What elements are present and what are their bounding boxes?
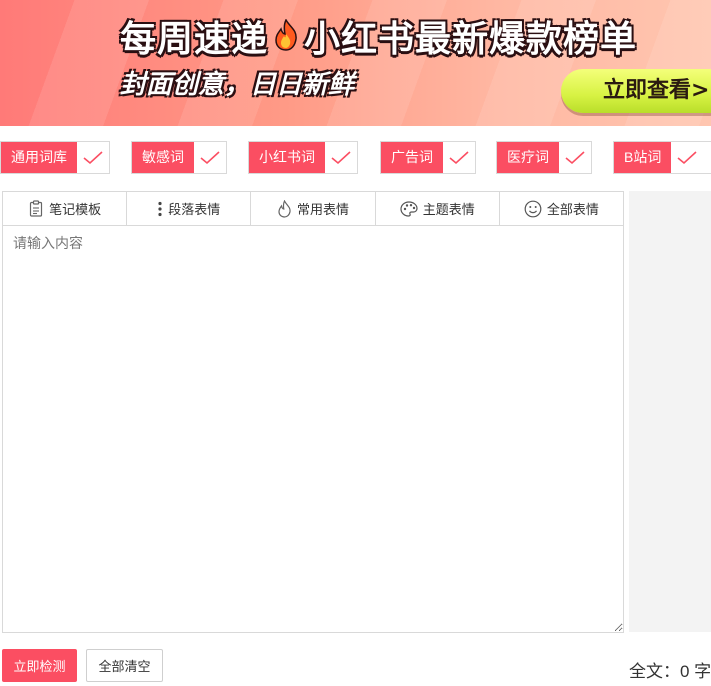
word-list-label: 通用词库 <box>1 142 77 173</box>
banner-subtitle: 封面创意，日日新鲜 <box>120 70 355 100</box>
vertical-dots-icon <box>157 201 163 217</box>
check-icon[interactable] <box>194 142 226 173</box>
clear-all-button[interactable]: 全部清空 <box>86 649 163 682</box>
flame-icon <box>272 17 300 60</box>
check-icon[interactable] <box>559 142 591 173</box>
banner-title: 每周速递 小红书最新爆款榜单 <box>120 10 637 64</box>
detect-button[interactable]: 立即检测 <box>2 649 77 682</box>
tool-label: 笔记模板 <box>49 202 102 217</box>
common-emoji-button[interactable]: 常用表情 <box>251 192 376 225</box>
editor-panel: 笔记模板 段落表情 常用表情 主题表情 全部表情 <box>2 191 624 633</box>
banner-title-left: 每周速递 <box>120 19 269 60</box>
word-list-label: 广告词 <box>381 142 443 173</box>
fire-icon <box>277 199 292 218</box>
word-list-selector: 通用词库 敏感词 小红书词 广告词 医疗词 B站词 <box>0 141 711 175</box>
paragraph-emoji-button[interactable]: 段落表情 <box>127 192 252 225</box>
tool-label: 主题表情 <box>422 202 475 217</box>
all-emoji-button[interactable]: 全部表情 <box>499 192 624 225</box>
promo-banner[interactable]: 每周速递小红书最新爆款榜单 封面创意，日日新鲜 立即查看>> <box>0 0 711 126</box>
check-icon[interactable] <box>671 142 703 173</box>
check-icon[interactable] <box>443 142 475 173</box>
word-list-label: B站词 <box>614 142 672 173</box>
word-list-label: 敏感词 <box>132 142 194 173</box>
word-list-label: 医疗词 <box>497 142 559 173</box>
word-list-xiaohongshu[interactable]: 小红书词 <box>248 141 358 174</box>
palette-icon <box>400 200 418 217</box>
word-list-bilibili[interactable]: B站词 <box>613 141 711 174</box>
view-now-button[interactable]: 立即查看>> <box>561 69 711 113</box>
note-template-button[interactable]: 笔记模板 <box>3 192 128 225</box>
tool-label: 常用表情 <box>297 202 350 217</box>
content-textarea[interactable] <box>3 226 623 632</box>
tool-label: 全部表情 <box>546 202 599 217</box>
check-icon[interactable] <box>325 142 357 173</box>
theme-emoji-button[interactable]: 主题表情 <box>375 192 500 225</box>
word-list-ads[interactable]: 广告词 <box>380 141 476 174</box>
smiley-icon <box>524 200 542 218</box>
word-list-medical[interactable]: 医疗词 <box>496 141 592 174</box>
banner-title-right: 小红书最新爆款榜单 <box>304 19 638 60</box>
check-icon[interactable] <box>77 142 109 173</box>
editor-toolbar: 笔记模板 段落表情 常用表情 主题表情 全部表情 <box>3 192 624 226</box>
word-list-general[interactable]: 通用词库 <box>0 141 110 174</box>
word-list-sensitive[interactable]: 敏感词 <box>131 141 227 174</box>
side-panel <box>629 191 711 632</box>
clipboard-icon <box>28 200 44 217</box>
word-count: 全文：0 字 <box>629 662 711 681</box>
word-list-label: 小红书词 <box>249 142 325 173</box>
tool-label: 段落表情 <box>168 202 221 217</box>
